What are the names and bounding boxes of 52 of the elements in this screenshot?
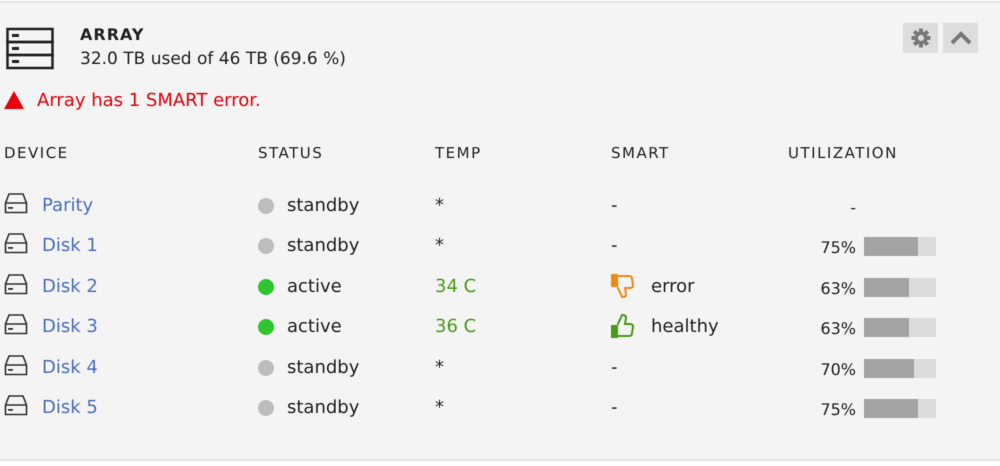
column-header: SMART (611, 144, 670, 162)
panel-title: ARRAY (80, 24, 146, 46)
hard-drive-icon (4, 272, 28, 294)
column-header: DEVICE (4, 144, 69, 162)
column-header: TEMP (435, 144, 482, 162)
temperature-text: * (435, 194, 444, 218)
device-link[interactable]: Disk 1 (42, 232, 98, 259)
device-link[interactable]: Disk 4 (42, 354, 98, 380)
utilization-text: 75% (819, 237, 856, 259)
hard-drive-icon (4, 192, 28, 214)
smart-status: healthy (651, 315, 719, 339)
utilization-text: 63% (819, 278, 856, 300)
server-icon (6, 27, 54, 71)
status-text: active (287, 315, 342, 339)
status-text: standby (287, 356, 360, 380)
settings-icon (910, 28, 930, 48)
smart-status: - (611, 396, 618, 420)
thumbs-down-icon (611, 272, 635, 298)
smart-status: - (611, 234, 618, 258)
device-link[interactable]: Disk 2 (42, 272, 98, 300)
device-link[interactable]: Disk 5 (42, 394, 98, 421)
settings-button[interactable] (903, 23, 938, 53)
collapse-button[interactable] (943, 23, 978, 53)
utilization-text: 75% (819, 399, 856, 421)
status-text: standby (287, 234, 360, 258)
utilization-text: 63% (819, 318, 856, 340)
temperature-text: 36 C (435, 315, 476, 339)
smart-status: - (611, 194, 618, 218)
device-link[interactable]: Parity (42, 192, 94, 218)
status-text: active (287, 274, 342, 298)
chevron-up-icon (950, 31, 972, 45)
hard-drive-icon (4, 394, 28, 416)
temperature-text: * (435, 356, 444, 380)
status-text: standby (287, 396, 360, 420)
smart-status: - (611, 356, 618, 380)
smart-status: error (651, 274, 695, 298)
temperature-text: * (435, 396, 444, 420)
column-header: STATUS (258, 144, 324, 162)
alert-message: Array has 1 SMART error. (37, 88, 261, 112)
thumbs-up-icon (611, 313, 635, 339)
utilization-text: 70% (819, 358, 856, 380)
device-link[interactable]: Disk 3 (42, 313, 98, 340)
temperature-text: 34 C (435, 274, 476, 298)
status-text: standby (287, 194, 360, 218)
column-header: UTILIZATION (788, 144, 898, 162)
warning-icon (4, 91, 24, 109)
hard-drive-icon (4, 354, 28, 376)
utilization-text: - (849, 196, 856, 218)
temperature-text: * (435, 234, 444, 258)
hard-drive-icon (4, 232, 28, 254)
hard-drive-icon (4, 313, 28, 335)
usage-summary: 32.0 TB used of 46 TB (69.6 %) (80, 48, 346, 71)
